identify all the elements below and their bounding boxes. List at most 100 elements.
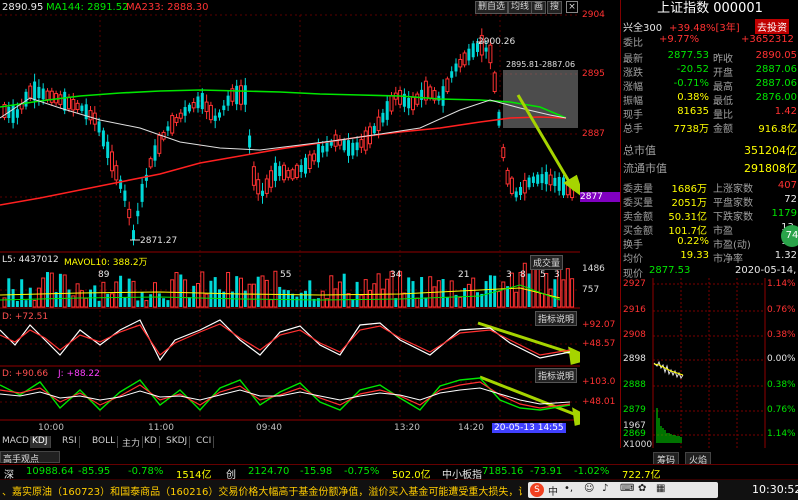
volume-bar (282, 289, 286, 307)
candle (28, 85, 33, 99)
candle (359, 139, 364, 148)
candle (540, 174, 544, 184)
candle (110, 151, 114, 172)
draw-button[interactable]: 画 (531, 1, 547, 14)
ma-button[interactable]: 均线 (508, 1, 533, 14)
mini-y-label: 2916 (623, 305, 646, 315)
volume-label: L5: 4437012 (2, 255, 59, 265)
volume-bar (93, 285, 97, 307)
quote-row: 均价 19.33 市净率 1.32 (623, 250, 797, 265)
badge-icon[interactable]: 74 (781, 225, 798, 247)
volume-bar (187, 297, 191, 307)
candle (196, 96, 200, 109)
volume-bar (514, 291, 519, 308)
box-range-label: 2895.81-2887.06 (506, 60, 575, 69)
status-item: -15.98 (300, 466, 333, 477)
tab-macd[interactable]: MACD (0, 436, 32, 448)
invest-button[interactable]: 去投资 (755, 19, 789, 34)
news-ticker[interactable]: 、嘉实原油（160723）和国泰商品（160216）交易价格大幅高于基金份额净值… (0, 479, 798, 500)
candle (200, 93, 204, 110)
volume-bar (144, 300, 149, 308)
candle (49, 90, 54, 103)
vol-marker: 8 (520, 270, 526, 280)
candle (15, 109, 19, 118)
candle (123, 190, 127, 201)
candle (183, 107, 187, 116)
volume-bar (46, 272, 49, 307)
candle (389, 95, 394, 112)
indicator-help-button[interactable]: 指标说明 (535, 311, 578, 326)
quote-row: 委买量 2051万 平盘家数 72 (623, 194, 797, 209)
market-cap-row: 总市值 351204亿 (623, 144, 797, 157)
volume-bar (260, 275, 265, 308)
tab-kdj[interactable]: KDJ (30, 436, 51, 448)
volume-bar (441, 279, 445, 307)
clock: 10:30:52 (752, 483, 798, 496)
volume-bar (58, 273, 62, 307)
candle (37, 86, 41, 99)
panel-tab-experts[interactable]: 高手观点 (0, 451, 60, 465)
candle (321, 145, 325, 153)
candle (41, 88, 45, 100)
volume-bar (342, 273, 346, 307)
low-price-label: 2871.27 (140, 236, 177, 246)
candle (488, 44, 493, 64)
candle (462, 52, 467, 66)
mavol-label: MAVOL10: 388.2万 (64, 258, 148, 268)
candle (467, 48, 471, 61)
volume-bar (466, 283, 471, 308)
candle (101, 130, 105, 147)
time-label: 11:00 (148, 423, 174, 433)
volume-bar (411, 281, 415, 307)
indicator-help-button[interactable]: 指标说明 (535, 368, 578, 383)
search-button[interactable]: 搜 (547, 1, 563, 14)
volume-bar (49, 272, 54, 308)
tab-kd[interactable]: KD (142, 436, 160, 448)
ma233-line (0, 116, 567, 206)
main-chart[interactable]: 2900.26 2895.81-2887.06 2871.27 (0, 0, 580, 448)
fund-return: +39.48%[3年] (669, 23, 740, 34)
volume-bar (402, 292, 407, 308)
volume-bar (436, 280, 441, 308)
vol-marker: 21 (458, 270, 470, 280)
mini-y-label: 2898 (623, 354, 646, 364)
quote-row: 总手 7738万 金额 916.8亿 (623, 124, 797, 135)
volume-type-button[interactable]: 成交量 (530, 255, 564, 270)
candle (505, 169, 510, 185)
vol-marker: 3 (506, 270, 512, 280)
candle (256, 179, 261, 195)
tab-boll[interactable]: BOLL (90, 436, 119, 448)
quote-row: 委卖量 1686万 上涨家数 407 (623, 180, 797, 195)
mini-pct-label: 0.76% (767, 305, 796, 315)
volume-bar (565, 268, 570, 308)
volume-bar (291, 293, 295, 307)
volume-bar (372, 283, 377, 308)
volume-bar (140, 292, 144, 307)
volume-bar (123, 296, 127, 307)
candle (153, 145, 157, 161)
mini-pct-label: 0.38% (767, 380, 796, 390)
ime-toolbar[interactable]: S 中 •, ☺ ♪ ⌨ ✿ ▦ (528, 482, 718, 498)
delete-watch-button[interactable]: 删自选 (475, 1, 509, 14)
volume-bar (497, 291, 501, 308)
tab-rsi[interactable]: RSI (60, 436, 80, 448)
ime-punct-icon: •, (564, 483, 574, 494)
volume-bar (428, 276, 433, 308)
mini-y-label: 2888 (623, 380, 646, 390)
quote-row: 卖金额 50.31亿 下跌家数 1179 (623, 208, 797, 223)
volume-bar (256, 276, 260, 307)
volume-bar (11, 289, 15, 307)
volume-bar (535, 268, 540, 308)
volume-bar (264, 279, 269, 308)
close-icon[interactable]: × (566, 1, 578, 13)
candle (24, 91, 28, 107)
volume-bar (192, 285, 196, 307)
candle (282, 164, 286, 181)
tab-cci[interactable]: CCI (194, 436, 215, 448)
tab-skdj[interactable]: SKDJ (164, 436, 191, 448)
tab-主力[interactable]: 主力 (120, 436, 144, 449)
volume-bar (247, 283, 252, 308)
volume-bar (75, 283, 80, 308)
candle (492, 72, 497, 93)
volume-bar (561, 279, 566, 308)
